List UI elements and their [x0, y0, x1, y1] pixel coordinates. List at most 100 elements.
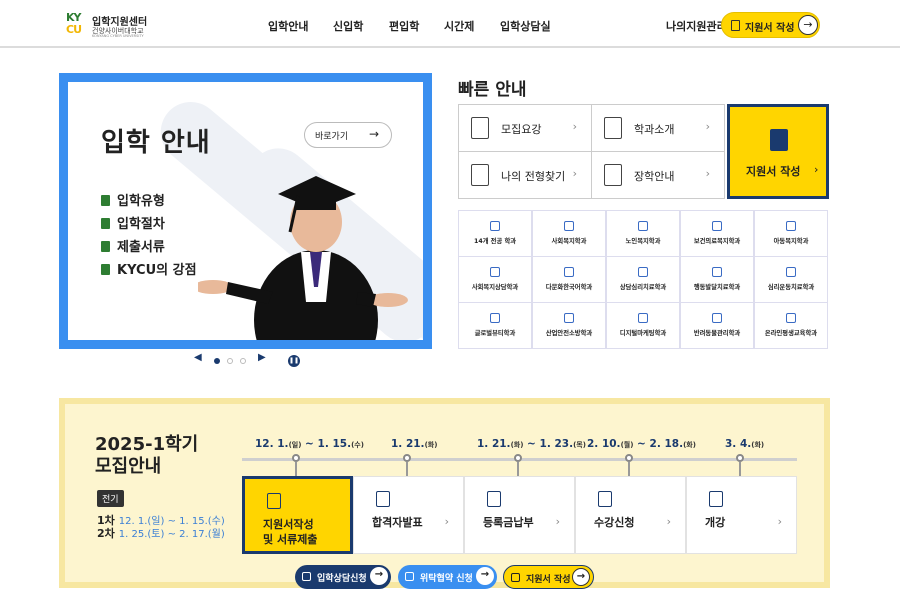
- round2-period: 2차 1. 25.(토) ~ 2. 17.(월): [97, 525, 225, 541]
- timeline-date-part: (화): [683, 441, 696, 449]
- step-label: 등록금납부: [483, 515, 534, 530]
- my-application-link[interactable]: 나의지원관리: [666, 18, 727, 34]
- nav-part-time[interactable]: 시간제: [444, 18, 474, 34]
- quick-apply-button[interactable]: 지원서 작성 ›: [727, 104, 829, 199]
- recruitment-schedule: 2025-1학기 모집안내 전기 1차 12. 1.(일) ~ 1. 15.(수) …: [59, 398, 830, 588]
- timeline-date-part: 1. 21.: [391, 438, 425, 450]
- nav-freshman[interactable]: 신입학: [333, 18, 363, 34]
- quick-department-intro[interactable]: 학과소개 ›: [591, 104, 725, 152]
- logo-english: KONYANG CYBER UNIVERSITY: [92, 34, 144, 38]
- carousel-dot[interactable]: [227, 358, 233, 364]
- department-item[interactable]: 반려동물관리학과: [680, 302, 754, 349]
- carousel-dot-active[interactable]: [214, 358, 220, 364]
- chevron-right-icon: ›: [814, 163, 819, 176]
- department-item[interactable]: 디지털마케팅학과: [606, 302, 680, 349]
- schedule-title: 2025-1학기 모집안내: [95, 434, 198, 478]
- document-icon: [731, 20, 740, 31]
- round2-label: 2차: [97, 527, 115, 540]
- bottom-apply-button[interactable]: 지원서 작성 →: [503, 565, 594, 589]
- quick-guide-title: 빠른 안내: [458, 80, 527, 100]
- department-item[interactable]: 아동복지학과: [754, 210, 828, 257]
- banner-item-documents[interactable]: 제출서류: [101, 236, 165, 255]
- department-item[interactable]: 사회복지상담학과: [458, 256, 532, 303]
- department-item[interactable]: 심리운동치료학과: [754, 256, 828, 303]
- nav-consulting[interactable]: 입학상담실: [500, 18, 551, 34]
- schedule-step[interactable]: 개강 ›: [686, 476, 797, 554]
- timeline-dot: [625, 454, 633, 462]
- department-icon: [564, 221, 574, 231]
- timeline-dot: [736, 454, 744, 462]
- department-item[interactable]: 온라인평생교육학과: [754, 302, 828, 349]
- chevron-right-icon: ›: [444, 515, 449, 528]
- department-item[interactable]: 다문화한국어학과: [532, 256, 606, 303]
- schedule-step[interactable]: 지원서작성 및 서류제출: [242, 476, 353, 554]
- schedule-title-line1: 2025-1학기: [95, 434, 199, 455]
- chevron-right-icon: ›: [555, 515, 560, 528]
- chevron-right-icon: ›: [572, 120, 577, 133]
- logo-mark: KY CU: [66, 12, 90, 38]
- department-item[interactable]: 산업안전소방학과: [532, 302, 606, 349]
- logo-mark-bottom: CU: [66, 23, 82, 36]
- department-icon: [712, 267, 722, 277]
- banner-item-admission-process[interactable]: 입학절차: [101, 213, 165, 232]
- department-icon: [786, 313, 796, 323]
- department-item[interactable]: 행동발달치료학과: [680, 256, 754, 303]
- book-icon: [101, 264, 110, 275]
- carousel-dot[interactable]: [240, 358, 246, 364]
- quick-recruitment-guide[interactable]: 모집요강 ›: [458, 104, 592, 152]
- department-label: 다문화한국어학과: [545, 284, 593, 291]
- header-apply-button[interactable]: 지원서 작성 →: [721, 12, 820, 38]
- timeline-stem: [295, 462, 297, 476]
- department-label: 사회복지상담학과: [471, 284, 519, 291]
- quick-scholarship[interactable]: 장학안내 ›: [591, 151, 725, 199]
- step-icon: [267, 493, 281, 509]
- timeline-date-part: (목): [573, 441, 586, 449]
- department-label: 상담심리치료학과: [619, 284, 667, 291]
- department-item[interactable]: 노인복지학과: [606, 210, 680, 257]
- chevron-right-icon: ›: [666, 515, 671, 528]
- quick-find-admission-type[interactable]: 나의 전형찾기 ›: [458, 151, 592, 199]
- consulting-request-button[interactable]: 입학상담신청 →: [295, 565, 391, 589]
- schedule-step[interactable]: 수강신청 ›: [575, 476, 686, 554]
- step-icon: [376, 491, 390, 507]
- carousel-pause-button[interactable]: ❚❚: [288, 355, 300, 367]
- department-item[interactable]: 보건의료복지학과: [680, 210, 754, 257]
- schedule-step[interactable]: 합격자발표 ›: [353, 476, 464, 554]
- step-label: 지원서작성 및 서류제출: [263, 517, 317, 547]
- department-item[interactable]: 14개 전공 학과: [458, 210, 532, 257]
- timeline-date-part: ~ 1. 23.: [523, 438, 574, 450]
- timeline-date-part: (화): [424, 441, 438, 449]
- department-icon: [490, 313, 500, 323]
- consignment-agreement-button[interactable]: 위탁협약 신청 →: [398, 565, 497, 589]
- semester-period-badge: 전기: [97, 490, 124, 507]
- department-label: 노인복지학과: [625, 238, 661, 245]
- timeline-dot: [403, 454, 411, 462]
- department-item[interactable]: 글로벌뷰티학과: [458, 302, 532, 349]
- banner-item-label: 제출서류: [117, 240, 165, 255]
- department-label: 행동발달치료학과: [693, 284, 741, 291]
- site-logo[interactable]: KY CU 입학지원센터 건양사이버대학교 KONYANG CYBER UNIV…: [66, 12, 166, 40]
- department-label: 반려동물관리학과: [693, 330, 741, 337]
- nav-admission-guide[interactable]: 입학안내: [268, 18, 308, 34]
- carousel-prev-button[interactable]: ◀: [194, 352, 202, 363]
- step-icon: [709, 491, 723, 507]
- banner-item-admission-type[interactable]: 입학유형: [101, 190, 165, 209]
- department-item[interactable]: 사회복지학과: [532, 210, 606, 257]
- department-label: 심리운동치료학과: [767, 284, 815, 291]
- banner-item-strengths[interactable]: KYCU의 강점: [101, 259, 197, 278]
- timeline-date-part: 1. 21.: [477, 438, 511, 450]
- timeline-dot: [514, 454, 522, 462]
- carousel-next-button[interactable]: ▶: [258, 352, 266, 363]
- checklist-icon: [471, 117, 489, 139]
- schedule-step[interactable]: 등록금납부 ›: [464, 476, 575, 554]
- application-form-icon: [770, 129, 788, 151]
- timeline-date-part: (화): [510, 441, 524, 449]
- nav-transfer[interactable]: 편입학: [389, 18, 419, 34]
- quick-box-label: 모집요강: [501, 123, 542, 136]
- banner-title: 입학 안내: [101, 128, 211, 158]
- arrow-right-icon: →: [370, 567, 388, 585]
- department-item[interactable]: 상담심리치료학과: [606, 256, 680, 303]
- timeline-date-part: 3. 4.: [725, 438, 752, 450]
- banner-goto-button[interactable]: 바로가기 →: [304, 122, 392, 148]
- list-icon: [101, 218, 110, 229]
